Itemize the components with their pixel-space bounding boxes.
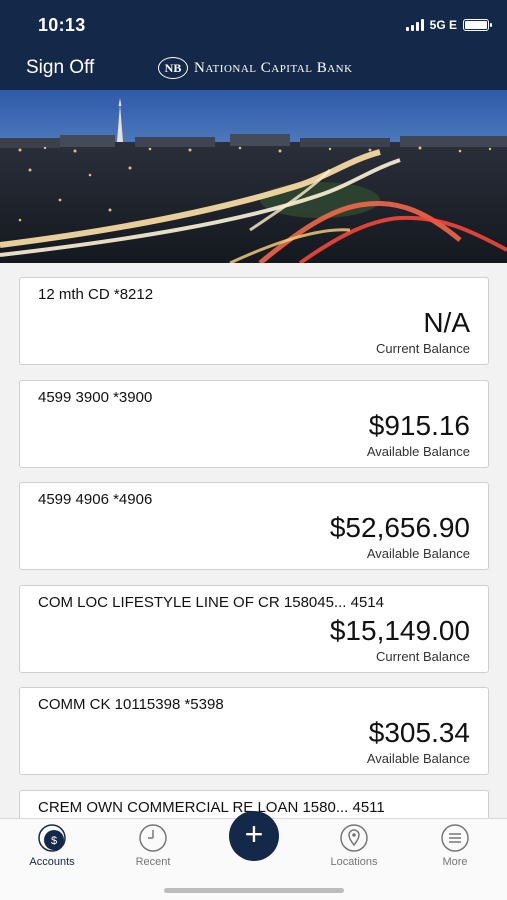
balance-label: Available Balance: [366, 751, 470, 766]
clock-icon: [139, 824, 167, 852]
account-name: COMM CK 10115398 *5398: [38, 696, 224, 713]
hero-city-image: [0, 90, 507, 263]
bottom-tab-bar: $ Accounts Recent + Locations More: [0, 811, 507, 900]
account-name: 4599 3900 *3900: [38, 389, 153, 406]
app-header: 10:13 5G E Sign Off NB National Capital …: [0, 0, 507, 90]
network-type: 5G E: [429, 18, 457, 32]
bank-logo: NB National Capital Bank: [158, 57, 353, 79]
account-balance: $915.16: [368, 410, 470, 441]
balance-label: Available Balance: [366, 444, 470, 459]
status-bar: 10:13 5G E: [0, 0, 507, 46]
account-balance: N/A: [423, 307, 470, 338]
balance-label: Current Balance: [376, 649, 470, 664]
status-indicators: 5G E: [405, 18, 492, 32]
account-card[interactable]: 12 mth CD *8212 N/A Current Balance: [19, 277, 489, 365]
account-name: COM LOC LIFESTYLE LINE OF CR 158045... 4…: [38, 594, 384, 611]
bank-name: National Capital Bank: [194, 59, 353, 76]
balance-label: Available Balance: [366, 546, 470, 561]
location-pin-icon: [340, 824, 368, 852]
sign-off-button[interactable]: Sign Off: [26, 57, 94, 79]
account-name: 4599 4906 *4906: [38, 491, 153, 508]
accounts-list: 12 mth CD *8212 N/A Current Balance 4599…: [0, 263, 507, 818]
battery-icon: [463, 19, 492, 31]
account-card[interactable]: 4599 3900 *3900 $915.16 Available Balanc…: [19, 380, 489, 468]
bank-logo-mark: NB: [158, 57, 188, 79]
account-card[interactable]: COMM CK 10115398 *5398 $305.34 Available…: [19, 687, 489, 775]
tab-locations[interactable]: Locations: [309, 823, 399, 868]
account-balance: $52,656.90: [329, 512, 470, 543]
account-balance: $15,149.00: [329, 615, 470, 646]
account-name: 12 mth CD *8212: [38, 286, 154, 303]
balance-label: Current Balance: [376, 341, 470, 356]
tab-more[interactable]: More: [410, 823, 500, 868]
tab-recent-label: Recent: [135, 856, 171, 868]
signal-icon: [405, 19, 424, 31]
add-button[interactable]: +: [229, 811, 279, 861]
home-indicator[interactable]: [164, 888, 344, 893]
svg-text:$: $: [51, 835, 57, 847]
tab-locations-label: Locations: [330, 856, 378, 868]
dollar-icon: $: [38, 824, 66, 852]
tab-recent[interactable]: Recent: [108, 823, 198, 868]
account-card[interactable]: COM LOC LIFESTYLE LINE OF CR 158045... 4…: [19, 585, 489, 673]
tab-more-label: More: [442, 856, 468, 868]
plus-icon: +: [244, 816, 264, 852]
tab-accounts[interactable]: $ Accounts: [7, 823, 97, 868]
account-balance: $305.34: [368, 717, 470, 748]
status-time: 10:13: [38, 15, 86, 35]
menu-icon: [441, 824, 469, 852]
account-name: CREM OWN COMMERCIAL RE LOAN 1580... 4511: [38, 799, 385, 816]
tab-accounts-label: Accounts: [29, 856, 75, 868]
account-card[interactable]: 4599 4906 *4906 $52,656.90 Available Bal…: [19, 482, 489, 570]
